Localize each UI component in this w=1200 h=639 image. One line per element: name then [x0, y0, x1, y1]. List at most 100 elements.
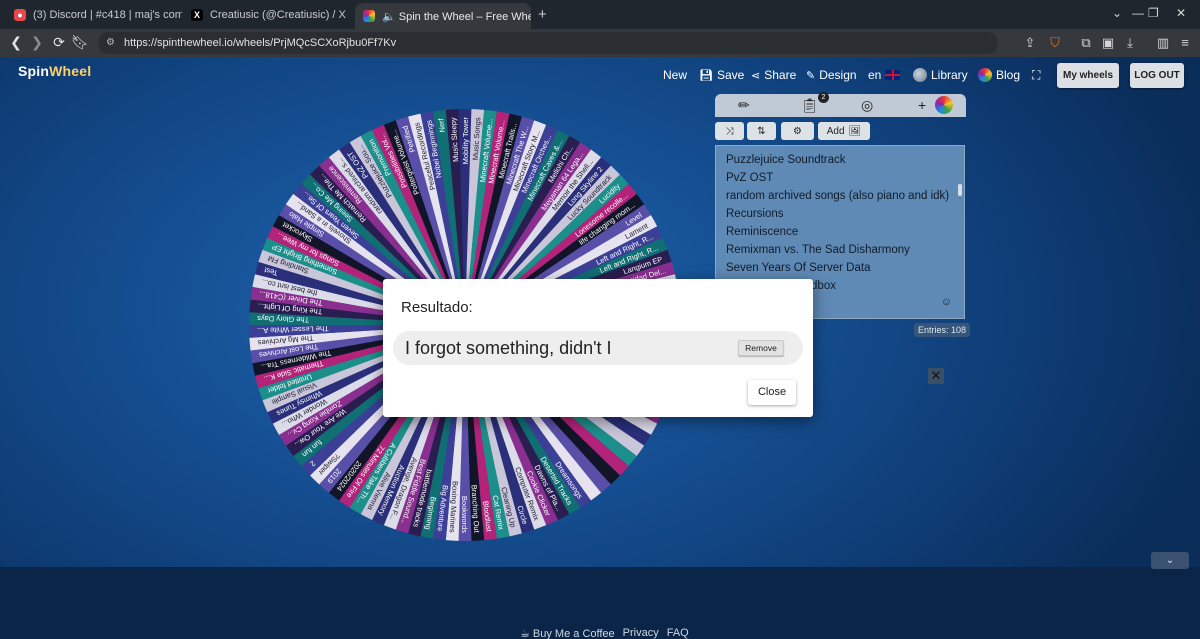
nav-library[interactable]: Library [913, 68, 968, 82]
logout-button[interactable]: LOG OUT [1130, 63, 1184, 88]
footer-links: ☕︎ Buy Me a Coffee Privacy FAQ [520, 627, 689, 639]
privacy-link[interactable]: Privacy [623, 627, 659, 639]
settings-button[interactable]: ⚙ [781, 122, 814, 140]
nav-language[interactable]: en [868, 68, 901, 82]
shuffle-button[interactable]: ⤨ [715, 122, 744, 140]
share-icon: ⋖ [751, 69, 761, 82]
color-wheel-icon [978, 68, 992, 82]
logo-text-a: Spin [18, 63, 50, 79]
bookmark-icon[interactable]: 🔖︎ [71, 34, 89, 51]
nav-save[interactable]: 💾︎ Save [699, 68, 744, 82]
close-x-icon[interactable]: ✕ [928, 368, 944, 384]
entries-list: Puzzlejuice Soundtrack PvZ OST random arch… [716, 146, 964, 300]
entry-item[interactable]: Recursions [726, 205, 954, 223]
sort-icon: ⇅ [757, 125, 766, 137]
coffee-label: Buy Me a Coffee [532, 628, 615, 639]
back-icon[interactable]: ❮ [7, 34, 25, 51]
nav-blog[interactable]: Blog [978, 68, 1020, 82]
save-icon: 💾︎ [699, 69, 713, 82]
collapse-chevron-icon[interactable]: ⌄ [1151, 552, 1189, 569]
nav-library-label: Library [931, 68, 968, 82]
remove-button[interactable]: Remove [738, 340, 784, 356]
share-page-icon[interactable]: ⇪ [1022, 35, 1038, 51]
nav-share[interactable]: ⋖ Share [751, 68, 796, 82]
tab-search-chevron-icon[interactable]: ⌄ [1112, 6, 1122, 20]
minimize-icon[interactable]: — [1132, 6, 1144, 20]
forward-icon[interactable]: ❯ [28, 34, 46, 51]
wheel-icon [363, 10, 375, 22]
wallet-icon[interactable]: ▣ [1100, 35, 1116, 51]
discord-icon: ● [14, 8, 26, 21]
result-dialog: Resultado: I forgot something, didn't I … [383, 279, 813, 417]
tab-title: 🔈 Spin the Wheel – Free Wheel [382, 10, 531, 23]
tab-add-wheel-plus-icon[interactable]: + [918, 97, 926, 113]
nav-new[interactable]: New [663, 68, 687, 82]
entries-count: Entries: 108 [914, 323, 971, 337]
result-box: I forgot something, didn't I Remove [393, 331, 803, 365]
nav-share-label: Share [764, 68, 797, 82]
image-icon: 🖼︎ [848, 125, 862, 137]
x-icon: X [191, 8, 203, 21]
tab-edit-pencil-icon[interactable]: ✏ [738, 97, 750, 114]
tab-hidden-eye-icon[interactable]: ◎ [861, 97, 873, 114]
browser-address-bar: ❮ ❯ ⟳ 🔖︎ ⚙ https://spinthewheel.io/wheel… [0, 29, 1200, 57]
close-button[interactable]: Close [748, 380, 796, 405]
entry-item[interactable]: Puzzlejuice Soundtrack [726, 151, 954, 169]
new-tab-icon[interactable]: + [538, 6, 547, 23]
browser-tab-x[interactable]: X Creatiusic (@Creatiusic) / X [183, 3, 353, 26]
brave-shield-icon[interactable]: ⛉ [1047, 35, 1063, 51]
gear-icon: ⚙ [793, 125, 802, 137]
wheel-segment-label: Bookwords [460, 496, 469, 533]
my-wheels-button[interactable]: My wheels [1057, 63, 1119, 88]
entry-item[interactable]: random archived songs (also piano and id… [726, 187, 954, 205]
globe-icon [913, 68, 927, 82]
coffee-link[interactable]: ☕︎ Buy Me a Coffee [520, 627, 615, 639]
result-text: I forgot something, didn't I [405, 338, 612, 358]
menu-icon[interactable]: ≡ [1177, 35, 1193, 50]
nav-lang-label: en [868, 68, 882, 82]
sort-button[interactable]: ⇅ [747, 122, 776, 140]
site-settings-icon[interactable]: ⚙ [106, 32, 115, 54]
nav-design[interactable]: ✎ Design [806, 68, 857, 82]
nav-design-label: Design [819, 68, 857, 82]
tab-results-clipboard-icon[interactable]: 📋︎ [801, 97, 819, 114]
results-count-badge: 2 [818, 92, 829, 103]
reload-icon[interactable]: ⟳ [50, 34, 68, 51]
url-text: https://spinthewheel.io/wheels/PrjMQcSCX… [124, 37, 397, 49]
browser-tab-bar: ● (3) Discord | #c418 | maj's community … [0, 0, 1200, 29]
site-logo[interactable]: SpinWheel [18, 63, 91, 79]
tab-title: Creatiusic (@Creatiusic) / X [210, 8, 346, 21]
faq-link[interactable]: FAQ [667, 627, 689, 639]
wheel-segment-label: Mobility Tower [461, 117, 470, 165]
logo-text-b: Wheel [49, 63, 92, 79]
tab-color-wheel-icon[interactable] [935, 96, 953, 114]
emoji-icon[interactable]: ☺ [941, 296, 952, 308]
entries-scrollbar[interactable] [958, 184, 962, 196]
page: SpinWheel New 💾︎ Save ⋖ Share ✎ Design en L… [0, 57, 1200, 639]
fullscreen-icon[interactable]: ⛶ [1032, 68, 1040, 83]
url-input[interactable]: ⚙ https://spinthewheel.io/wheels/PrjMQcS… [98, 32, 998, 54]
nav-new-label: New [663, 68, 688, 82]
wheel-segment-label: Nerf [436, 117, 447, 133]
entry-item[interactable]: Reminiscence [726, 223, 954, 241]
restore-icon[interactable]: ❐ [1148, 6, 1159, 20]
browser-tab-spin-wheel[interactable]: 🔈 Spin the Wheel – Free Wheel ✕ [355, 3, 531, 29]
window-close-icon[interactable]: ✕ [1176, 6, 1186, 20]
extensions-icon[interactable]: ⧉ [1078, 35, 1094, 51]
add-image-label: Add [826, 125, 845, 137]
sidebar-icon[interactable]: ▥ [1155, 35, 1171, 51]
shuffle-icon: ⤨ [725, 125, 734, 137]
uk-flag-icon [885, 70, 901, 80]
add-image-button[interactable]: Add 🖼︎ [818, 122, 870, 140]
entry-item[interactable]: Seven Years Of Server Data [726, 259, 954, 277]
nav-blog-label: Blog [996, 68, 1021, 82]
tab-title: (3) Discord | #c418 | maj's community [33, 8, 182, 21]
browser-tab-discord[interactable]: ● (3) Discord | #c418 | maj's community [6, 3, 182, 26]
dialog-title: Resultado: [401, 299, 473, 316]
nav-save-label: Save [716, 68, 745, 82]
entry-item[interactable]: Remixman vs. The Sad Disharmony [726, 241, 954, 259]
pencil-icon: ✎ [806, 69, 816, 82]
panel-tabs: ✏ 📋︎ 2 ◎ + [715, 92, 966, 117]
download-icon[interactable]: ⤓ [1122, 35, 1138, 51]
entry-item[interactable]: PvZ OST [726, 169, 954, 187]
